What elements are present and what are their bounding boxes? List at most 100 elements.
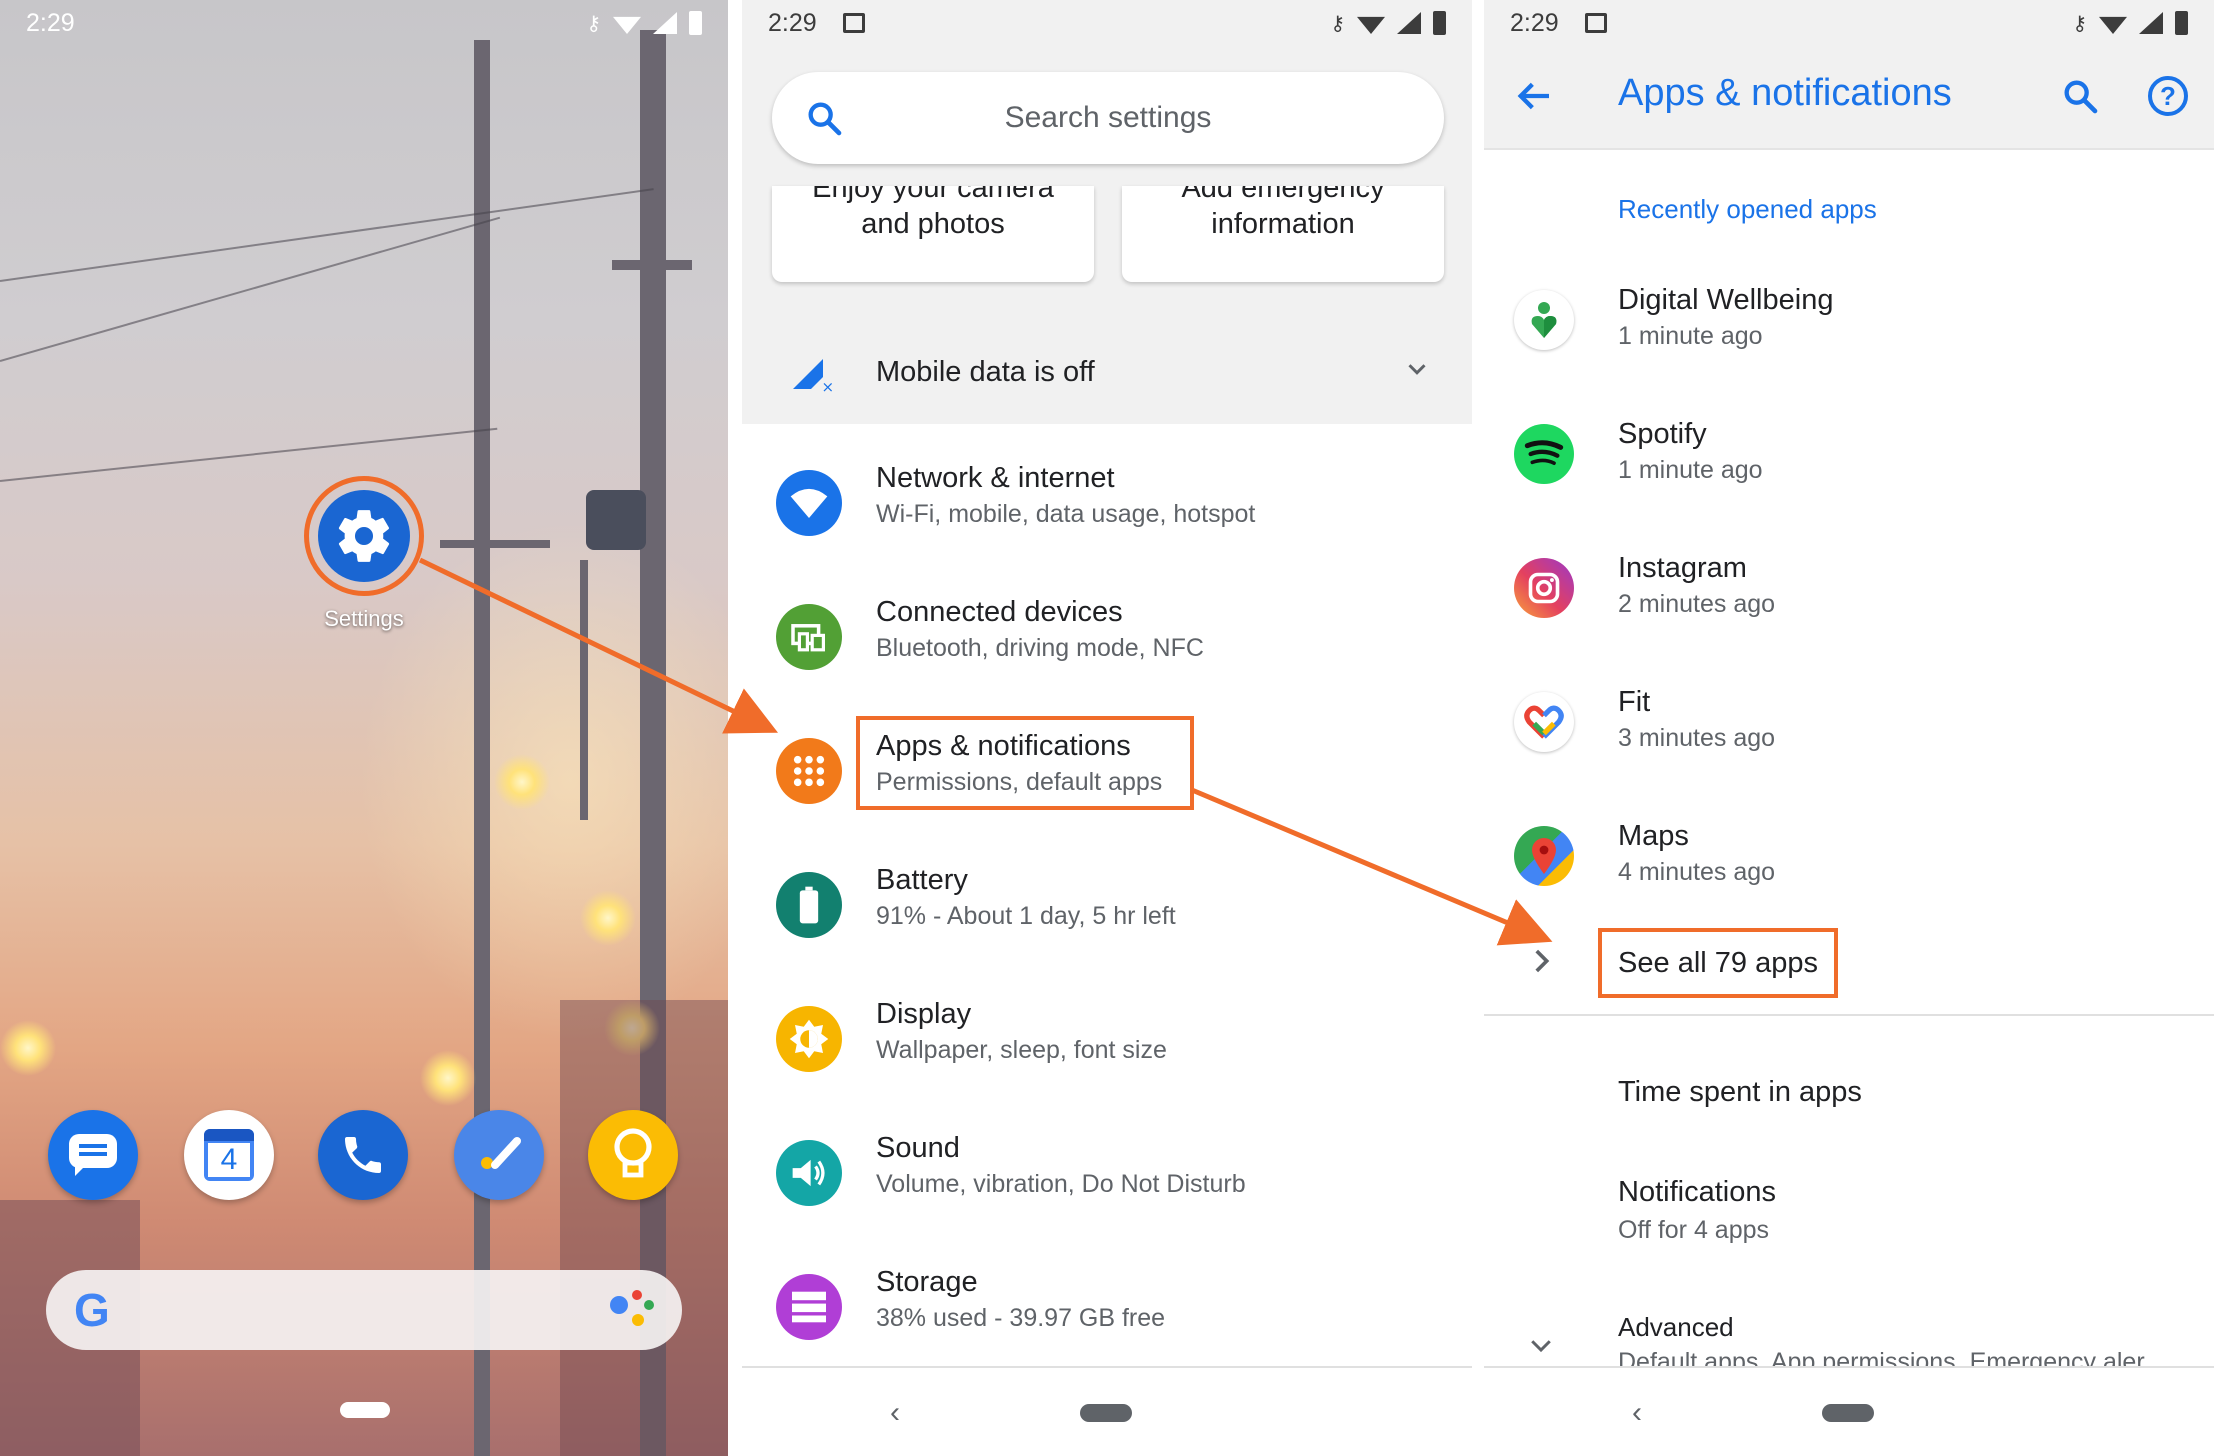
pole-crossbar — [612, 260, 692, 270]
suggestion-line: information — [1211, 208, 1355, 240]
app-name: Spotify — [1618, 418, 1707, 450]
settings-item-network[interactable]: Network & internet Wi-Fi, mobile, data u… — [742, 444, 1472, 574]
notifications-item[interactable]: Notifications — [1618, 1176, 1776, 1209]
recent-app-instagram[interactable]: Instagram 2 minutes ago — [1484, 540, 2214, 674]
image-notification-icon — [842, 13, 865, 33]
recent-app-spotify[interactable]: Spotify 1 minute ago — [1484, 406, 2214, 540]
item-title: Battery — [876, 864, 968, 896]
navigation-bar: ‹ — [742, 1366, 1472, 1456]
page-title: Apps & notifications — [1618, 72, 1952, 114]
item-title: Storage — [876, 1266, 978, 1298]
wifi-status-icon — [2099, 16, 2127, 34]
vpn-key-icon: ⚷ — [586, 12, 601, 35]
battery-status-icon — [1433, 11, 1446, 35]
app-name: Fit — [1618, 686, 1651, 718]
settings-app-label: Settings — [324, 606, 404, 631]
google-search-bar[interactable]: G — [46, 1270, 682, 1350]
back-chevron-icon[interactable]: ‹ — [1632, 1396, 1642, 1430]
chevron-down-icon[interactable] — [1402, 354, 1432, 389]
street-lamp — [0, 1020, 56, 1076]
suggestion-card-camera[interactable]: Enjoy your camera and photos — [772, 186, 1094, 282]
search-settings-bar[interactable]: Search settings — [772, 72, 1444, 164]
recent-app-maps[interactable]: Maps 4 minutes ago — [1484, 808, 2214, 942]
back-arrow-icon[interactable] — [1514, 76, 1554, 121]
see-all-apps-button[interactable]: See all 79 apps — [1598, 928, 1838, 998]
utility-pole — [580, 560, 588, 820]
instagram-icon — [1514, 558, 1574, 618]
chevron-right-icon — [1526, 944, 1556, 983]
apps-notifications-screen: 2:29 ⚷ Apps & notifications ? Recently o… — [1484, 0, 2214, 1456]
devices-icon — [776, 604, 842, 670]
back-chevron-icon[interactable]: ‹ — [890, 1396, 900, 1430]
item-title: Sound — [876, 1132, 960, 1164]
notifications-subtitle: Off for 4 apps — [1618, 1216, 1770, 1244]
storage-icon — [776, 1274, 842, 1340]
status-time: 2:29 — [768, 8, 817, 37]
keep-icon[interactable] — [588, 1110, 678, 1200]
app-last-opened: 1 minute ago — [1618, 322, 1763, 350]
mobile-data-off-icon: × — [790, 356, 834, 397]
settings-item-battery[interactable]: Battery 91% - About 1 day, 5 hr left — [742, 846, 1472, 976]
suggestion-card-emergency[interactable]: Add emergency information — [1122, 186, 1444, 282]
home-gesture-pill[interactable] — [1822, 1404, 1874, 1422]
item-subtitle: Volume, vibration, Do Not Disturb — [876, 1170, 1246, 1198]
gear-icon — [318, 490, 410, 582]
mobile-data-banner[interactable]: × Mobile data is off — [742, 320, 1472, 424]
settings-item-display[interactable]: Display Wallpaper, sleep, font size — [742, 980, 1472, 1110]
home-gesture-pill[interactable] — [340, 1402, 390, 1418]
street-lamp — [580, 890, 636, 946]
tasks-icon[interactable] — [454, 1110, 544, 1200]
fit-icon — [1514, 692, 1574, 752]
app-name: Maps — [1618, 820, 1689, 852]
settings-item-sound[interactable]: Sound Volume, vibration, Do Not Disturb — [742, 1114, 1472, 1244]
app-last-opened: 3 minutes ago — [1618, 724, 1776, 752]
suggestion-line: Enjoy your camera — [812, 186, 1054, 204]
home-gesture-pill[interactable] — [1080, 1404, 1132, 1422]
utility-pole — [474, 40, 490, 1456]
assistant-icon[interactable] — [610, 1290, 654, 1330]
wifi-status-icon — [1357, 16, 1385, 34]
image-notification-icon — [1584, 13, 1607, 33]
settings-item-storage[interactable]: Storage 38% used - 39.97 GB free — [742, 1248, 1472, 1378]
cell-signal-icon — [653, 12, 677, 34]
messages-icon[interactable] — [48, 1110, 138, 1200]
time-spent-in-apps-item[interactable]: Time spent in apps — [1618, 1076, 1862, 1109]
search-icon[interactable] — [2060, 76, 2100, 121]
recent-apps-header: Recently opened apps — [1618, 194, 1877, 224]
wifi-status-icon — [613, 16, 641, 34]
chevron-down-icon[interactable] — [1526, 1330, 1556, 1365]
cell-signal-icon — [2139, 12, 2163, 34]
svg-text:×: × — [822, 378, 833, 392]
status-bar: 2:29 ⚷ — [0, 0, 728, 46]
battery-icon — [776, 872, 842, 938]
recent-app-digital-wellbeing[interactable]: Digital Wellbeing 1 minute ago — [1484, 272, 2214, 406]
cell-signal-icon — [1397, 12, 1421, 34]
item-title: Network & internet — [876, 462, 1115, 494]
recent-app-fit[interactable]: Fit 3 minutes ago — [1484, 674, 2214, 808]
item-subtitle: Wi-Fi, mobile, data usage, hotspot — [876, 500, 1256, 528]
settings-screen: 2:29 ⚷ Search settings Enjoy your camera… — [742, 0, 1472, 1456]
app-last-opened: 1 minute ago — [1618, 456, 1763, 484]
item-title: Display — [876, 998, 972, 1030]
item-title: Connected devices — [876, 596, 1123, 628]
item-subtitle: Wallpaper, sleep, font size — [876, 1036, 1167, 1064]
brightness-icon — [776, 1006, 842, 1072]
google-logo-icon: G — [74, 1284, 110, 1336]
settings-app-icon-highlight[interactable] — [304, 476, 424, 596]
settings-item-connected-devices[interactable]: Connected devices Bluetooth, driving mod… — [742, 578, 1472, 708]
advanced-item[interactable]: Advanced — [1618, 1312, 1734, 1343]
app-bar: Apps & notifications ? — [1484, 46, 2214, 150]
suggestion-line: Add emergency — [1181, 186, 1385, 204]
pole-crossbar — [440, 540, 550, 548]
app-name: Instagram — [1618, 552, 1747, 584]
street-lamp — [420, 1050, 476, 1106]
phone-icon[interactable] — [318, 1110, 408, 1200]
spotify-icon — [1514, 424, 1574, 484]
search-icon — [804, 98, 844, 143]
app-name: Digital Wellbeing — [1618, 284, 1834, 316]
item-subtitle: 91% - About 1 day, 5 hr left — [876, 902, 1176, 930]
vpn-key-icon: ⚷ — [1330, 12, 1345, 35]
help-icon[interactable]: ? — [2148, 76, 2188, 116]
maps-icon — [1514, 826, 1574, 886]
calendar-icon[interactable]: 4 — [184, 1110, 274, 1200]
